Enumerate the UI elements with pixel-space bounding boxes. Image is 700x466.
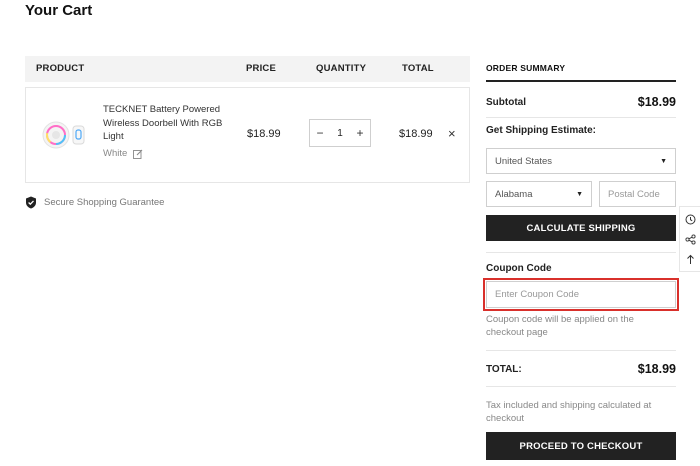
order-total-label: TOTAL:	[486, 364, 522, 375]
order-summary-title: ORDER SUMMARY	[486, 63, 566, 73]
history-icon[interactable]	[685, 214, 696, 225]
quantity-increase-button[interactable]: +	[355, 126, 365, 140]
coupon-code-input[interactable]: Enter Coupon Code	[483, 278, 679, 311]
edit-icon[interactable]	[133, 149, 143, 159]
state-select[interactable]: Alabama ▼	[486, 181, 592, 207]
cart-item-row: TECKNET Battery Powered Wireless Doorbel…	[25, 87, 470, 183]
quantity-decrease-button[interactable]: −	[315, 126, 325, 140]
product-thumbnail[interactable]	[40, 118, 90, 152]
country-select[interactable]: United States ▼	[486, 148, 676, 174]
divider	[486, 350, 676, 351]
caret-down-icon: ▼	[576, 190, 583, 198]
cart-table-header: PRODUCT PRICE QUANTITY TOTAL	[25, 56, 470, 82]
secure-text: Secure Shopping Guarantee	[44, 197, 165, 208]
scroll-top-icon[interactable]	[685, 254, 696, 265]
header-product: PRODUCT	[36, 63, 85, 74]
coupon-code-label: Coupon Code	[486, 263, 552, 274]
header-quantity: QUANTITY	[316, 63, 367, 74]
divider	[486, 117, 676, 118]
page-title: Your Cart	[25, 2, 93, 19]
order-total-value: $18.99	[637, 362, 676, 376]
proceed-to-checkout-button[interactable]: PROCEED TO CHECKOUT	[486, 432, 676, 460]
postal-code-input[interactable]: Postal Code	[599, 181, 676, 207]
secure-shopping-guarantee: Secure Shopping Guarantee	[25, 196, 164, 209]
quantity-stepper: − 1 +	[309, 119, 371, 147]
product-name-link[interactable]: TECKNET Battery Powered Wireless Doorbel…	[103, 103, 223, 144]
country-value: United States	[495, 155, 553, 167]
divider	[486, 386, 676, 387]
shipping-estimate-label: Get Shipping Estimate:	[486, 125, 597, 136]
calculate-shipping-button[interactable]: CALCULATE SHIPPING	[486, 215, 676, 241]
shield-check-icon	[26, 196, 36, 209]
quantity-input[interactable]: 1	[337, 128, 343, 139]
header-price: PRICE	[246, 63, 277, 74]
product-variant: White	[103, 148, 143, 159]
divider	[486, 252, 676, 253]
side-toolbar	[679, 206, 700, 272]
variant-label: White	[103, 148, 128, 159]
subtotal-label: Subtotal	[486, 97, 526, 108]
item-total: $18.99	[399, 128, 433, 140]
header-total: TOTAL	[402, 63, 434, 74]
state-value: Alabama	[495, 188, 533, 200]
subtotal-value: $18.99	[637, 95, 676, 109]
remove-item-button[interactable]: ×	[448, 126, 456, 141]
coupon-note: Coupon code will be applied on the check…	[486, 314, 634, 338]
caret-down-icon: ▼	[660, 157, 667, 165]
item-price: $18.99	[247, 128, 281, 140]
share-icon[interactable]	[684, 233, 696, 245]
tax-note: Tax included and shipping calculated at …	[486, 400, 652, 424]
divider	[486, 80, 676, 82]
